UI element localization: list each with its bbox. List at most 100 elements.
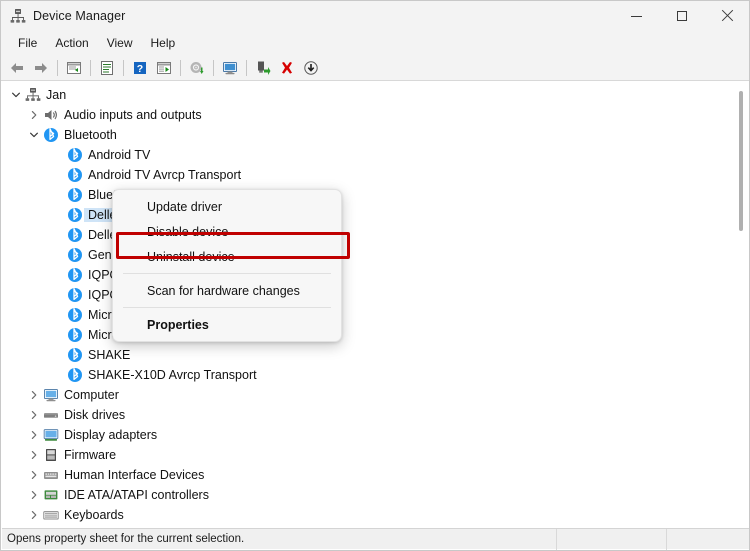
scan-hardware-changes-button[interactable] [218,57,242,79]
properties-icon [101,60,113,75]
menu-file[interactable]: File [9,33,46,53]
chevron-right-icon[interactable] [26,405,42,425]
vertical-scrollbar[interactable] [736,85,746,527]
tree-row-label: Android TV [88,148,151,162]
uninstall-device-button[interactable] [275,57,299,79]
context-menu[interactable]: Update driver Disable device Uninstall dev… [112,189,342,342]
scan-hardware-changes-icon [223,61,237,74]
chevron-placeholder [50,205,66,225]
status-divider [666,528,667,550]
chevron-down-icon[interactable] [26,125,42,145]
hid-icon [42,467,60,483]
ide-controller-icon [42,487,60,503]
menu-action[interactable]: Action [46,33,97,53]
close-button[interactable] [704,1,749,31]
tree-row[interactable]: SHAKE [2,345,749,365]
disk-drive-icon [42,407,60,423]
show-hidden-devices-icon [67,61,81,74]
tree-row[interactable]: Firmware [2,445,749,465]
tree-row-label: Keyboards [64,508,124,522]
context-menu-item-uninstall-device[interactable]: Uninstall device [113,244,341,269]
status-bar: Opens property sheet for the current sel… [2,528,749,550]
context-menu-item-properties[interactable]: Properties [113,312,341,337]
tree-row[interactable]: Keyboards [2,505,749,525]
device-manager-window: Device Manager File Action View Help ? J… [0,0,750,551]
toolbar-separator [180,59,181,76]
menu-help[interactable]: Help [142,33,185,53]
title-bar: Device Manager [1,1,749,31]
chevron-right-icon[interactable] [26,385,42,405]
maximize-button[interactable] [659,1,704,31]
chevron-placeholder [50,285,66,305]
tree-row-label: IDE ATA/ATAPI controllers [64,488,209,502]
help-icon: ? [134,61,146,75]
disable-device-button[interactable] [299,57,323,79]
maximize-icon [676,11,687,21]
chevron-placeholder [50,185,66,205]
scrollbar-thumb[interactable] [739,91,743,231]
chevron-placeholder [50,325,66,345]
chevron-placeholder [50,365,66,385]
window-controls [614,1,749,31]
chevron-right-icon[interactable] [26,105,42,125]
enable-device-button[interactable] [251,57,275,79]
tree-row[interactable]: SHAKE-X10D Avrcp Transport [2,365,749,385]
bluetooth-icon [66,267,84,283]
bluetooth-icon [66,327,84,343]
chevron-right-icon[interactable] [26,485,42,505]
update-driver-icon [190,61,204,74]
update-driver-button[interactable] [185,57,209,79]
tree-row[interactable]: Bluetooth [2,125,749,145]
tree-row-label: Human Interface Devices [64,468,205,482]
tree-row-label: SHAKE [88,348,131,362]
bluetooth-icon [66,187,84,203]
tree-row[interactable]: Jan [2,85,749,105]
tree-row[interactable]: Computer [2,385,749,405]
tree-row-label: Audio inputs and outputs [64,108,202,122]
minimize-button[interactable] [614,1,659,31]
context-menu-separator [123,307,331,308]
context-menu-item-disable-device[interactable]: Disable device [113,219,341,244]
bluetooth-icon [66,147,84,163]
chevron-placeholder [50,305,66,325]
computer-root-icon [24,87,42,103]
chevron-right-icon[interactable] [26,425,42,445]
chevron-right-icon[interactable] [26,445,42,465]
chevron-right-icon[interactable] [26,465,42,485]
bluetooth-icon [66,207,84,223]
help-button[interactable]: ? [128,57,152,79]
back-icon [11,62,23,73]
computer-icon [42,387,60,403]
context-menu-item-scan-for-hardware-changes[interactable]: Scan for hardware changes [113,278,341,303]
tree-row[interactable]: Display adapters [2,425,749,445]
tree-row[interactable]: Human Interface Devices [2,465,749,485]
toolbar-separator [90,59,91,76]
chevron-placeholder [50,265,66,285]
chevron-placeholder [50,225,66,245]
tree-row[interactable]: Audio inputs and outputs [2,105,749,125]
toolbar-separator [123,59,124,76]
tree-row[interactable]: Disk drives [2,405,749,425]
chevron-right-icon[interactable] [26,505,42,525]
tree-row-label: Jan [46,88,67,102]
status-text: Opens property sheet for the current sel… [7,533,245,545]
menu-view[interactable]: View [98,33,142,53]
back-button[interactable] [5,57,29,79]
properties-button[interactable] [95,57,119,79]
device-manager-icon [10,8,26,24]
bluetooth-icon [42,127,60,143]
tree-row-label: Computer [64,388,119,402]
tree-row-label: Bluetooth [64,128,117,142]
show-hidden-devices-button[interactable] [62,57,86,79]
tree-row[interactable]: Android TV Avrcp Transport [2,165,749,185]
tree-row-label: SHAKE-X10D Avrcp Transport [88,368,257,382]
tree-row-label: Display adapters [64,428,158,442]
forward-button[interactable] [29,57,53,79]
tree-row[interactable]: Android TV [2,145,749,165]
chevron-placeholder [50,145,66,165]
device-list-button[interactable] [152,57,176,79]
tree-row[interactable]: IDE ATA/ATAPI controllers [2,485,749,505]
chevron-down-icon[interactable] [8,85,24,105]
context-menu-item-update-driver[interactable]: Update driver [113,194,341,219]
window-title: Device Manager [33,9,126,23]
